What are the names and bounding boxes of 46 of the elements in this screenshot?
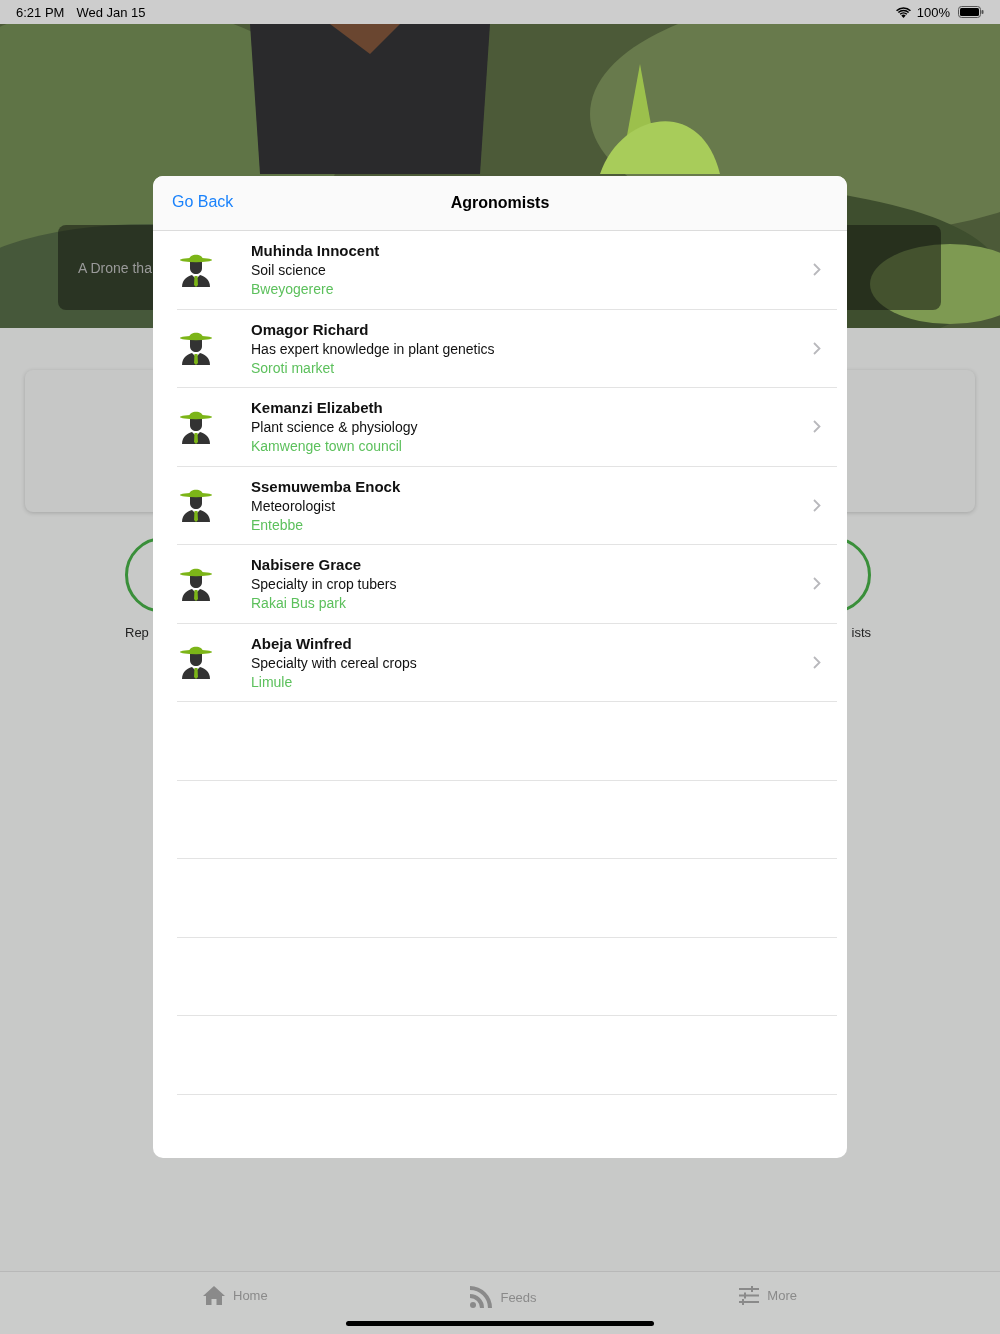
- agronomist-row[interactable]: Kemanzi Elizabeth Plant science & physiology Kamwenge town council: [177, 388, 837, 467]
- caption-text: A Drone tha: [78, 259, 152, 276]
- agronomist-row[interactable]: Omagor Richard Has expert knowledge in plant genetics Soroti market: [177, 309, 837, 388]
- battery-percent: 100%: [916, 4, 950, 20]
- agronomist-location: Bweyogerere: [251, 281, 335, 298]
- farmer-avatar-icon: [179, 487, 213, 524]
- agronomist-specialty: Plant science & physiology: [251, 419, 419, 436]
- home-icon: [203, 1286, 225, 1305]
- agronomist-location: Limule: [251, 673, 294, 690]
- chevron-right-icon: [813, 655, 821, 669]
- farmer-avatar-icon: [179, 330, 213, 367]
- back-button[interactable]: Go Back: [172, 191, 234, 213]
- agronomist-name: Ssemuwemba Enock: [251, 477, 402, 495]
- agronomist-specialty: Has expert knowledge in plant genetics: [251, 340, 496, 357]
- agronomist-row[interactable]: Abeja Winfred Specialty with cereal crops Limule: [177, 623, 837, 702]
- feed-icon: [470, 1286, 493, 1308]
- agronomist-row[interactable]: Ssemuwemba Enock Meteorologist Entebbe: [177, 466, 837, 545]
- wifi-icon: [895, 6, 911, 18]
- agronomist-name: Nabisere Grace: [251, 556, 363, 574]
- agronomist-location: Soroti market: [251, 359, 336, 376]
- status-date: Wed Jan 15: [76, 4, 146, 20]
- agronomist-row[interactable]: Muhinda Innocent Soil science Bweyogerere: [177, 231, 837, 310]
- agronomist-specialty: Meteorologist: [251, 497, 337, 514]
- agronomist-row[interactable]: Nabisere Grace Specialty in crop tubers Rakai Bus park: [177, 545, 837, 624]
- agronomist-name: Omagor Richard: [251, 320, 370, 338]
- agronomist-location: Entebbe: [251, 516, 305, 533]
- shortcut-label: Rep: [125, 625, 149, 640]
- chevron-right-icon: [813, 577, 821, 591]
- agronomist-specialty: Specialty with cereal crops: [251, 654, 418, 671]
- chevron-right-icon: [813, 420, 821, 434]
- shortcut-label: ists: [851, 625, 871, 640]
- sliders-icon: [739, 1286, 760, 1305]
- agronomist-name: Abeja Winfred: [251, 634, 353, 652]
- modal-title: Agronomists: [450, 194, 550, 212]
- farmer-avatar-icon: [179, 644, 213, 681]
- agronomist-name: Kemanzi Elizabeth: [251, 399, 384, 417]
- agronomist-location: Rakai Bus park: [251, 595, 347, 612]
- agronomist-name: Muhinda Innocent: [251, 242, 381, 260]
- chevron-right-icon: [813, 498, 821, 512]
- agronomist-location: Kamwenge town council: [251, 438, 403, 455]
- battery-icon: [958, 6, 984, 18]
- agronomist-specialty: Specialty in crop tubers: [251, 576, 398, 593]
- chevron-right-icon: [813, 341, 821, 355]
- status-time: 6:21 PM: [16, 4, 65, 20]
- agronomist-specialty: Soil science: [251, 262, 327, 279]
- chevron-right-icon: [813, 263, 821, 277]
